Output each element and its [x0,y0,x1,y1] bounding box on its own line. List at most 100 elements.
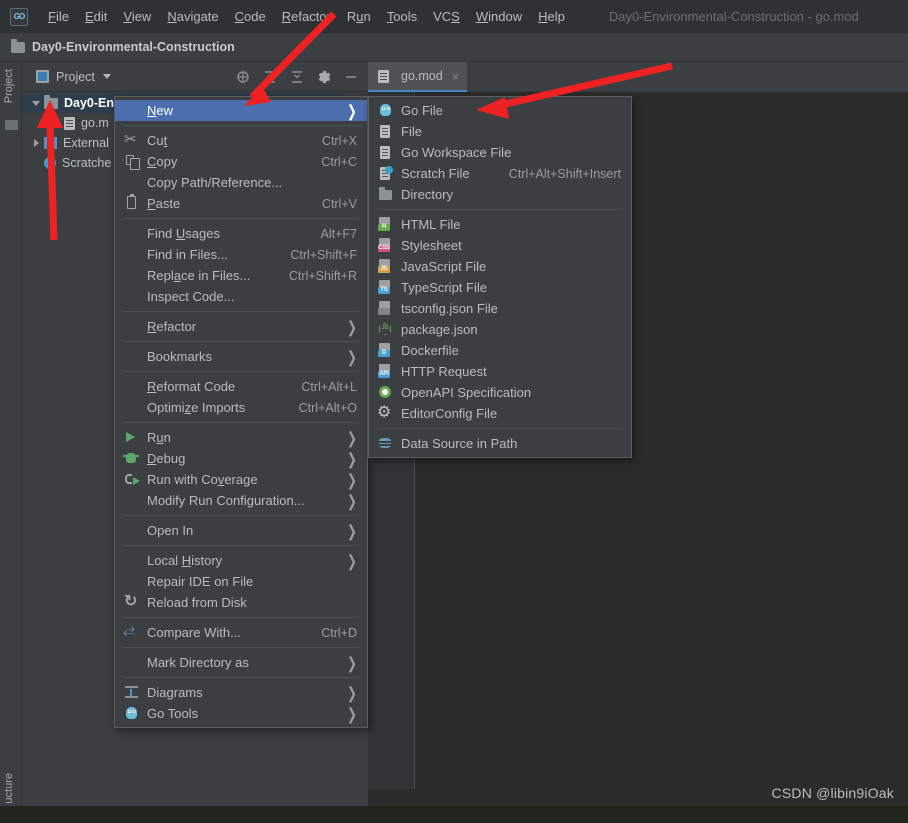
gopher-icon [123,706,140,721]
menu-item-run-with-coverage[interactable]: Run with Coverage ❯ [115,469,367,490]
menubar-item-run[interactable]: Run [339,6,379,27]
folder-strip-icon [5,120,18,130]
menu-item-local-history[interactable]: Local History ❯ [115,550,367,571]
scratch-file-icon [377,166,394,181]
menu-item-javascript-file[interactable]: JS JavaScript File [369,256,631,277]
menu-item-reformat-code[interactable]: Reformat Code Ctrl+Alt+L [115,376,367,397]
chevron-down-icon[interactable] [102,74,111,79]
menubar-item-refactor[interactable]: Refactor [274,6,339,27]
settings-gear-icon[interactable] [317,70,331,84]
menubar-item-tools[interactable]: Tools [379,6,425,27]
menu-item-data-source-in-path[interactable]: Data Source in Path [369,433,631,454]
menubar-item-help[interactable]: Help [530,6,573,27]
menu-item-go-workspace-file[interactable]: Go Workspace File [369,142,631,163]
menu-item-debug[interactable]: Debug ❯ [115,448,367,469]
menu-item-compare-with[interactable]: Compare With... Ctrl+D [115,622,367,643]
menu-item-typescript-file[interactable]: TS TypeScript File [369,277,631,298]
chevron-down-icon[interactable] [30,97,42,109]
menu-item-icon-placeholder [123,655,140,670]
menu-item-label: Local History [147,553,223,568]
menu-item-http-request[interactable]: API HTTP Request [369,361,631,382]
menu-item-find-in-files[interactable]: Find in Files... Ctrl+Shift+F [115,244,367,265]
menu-separator [123,545,359,546]
menu-item-html-file[interactable]: H HTML File [369,214,631,235]
menu-item-label: Debug [147,451,186,466]
tool-window-button-project[interactable]: Project [3,69,15,103]
menubar-item-window[interactable]: Window [468,6,530,27]
menu-item-copy-path-reference[interactable]: Copy Path/Reference... [115,172,367,193]
menu-item-run[interactable]: Run ❯ [115,427,367,448]
compare-icon [123,625,140,640]
menu-item-file[interactable]: File [369,121,631,142]
menu-separator [123,677,359,678]
menu-item-go-file[interactable]: Go File [369,100,631,121]
menu-item-modify-run-configuration[interactable]: Modify Run Configuration... ❯ [115,490,367,511]
menubar-item-view[interactable]: View [115,6,159,27]
menu-item-copy[interactable]: Copy Ctrl+C [115,151,367,172]
menu-item-label: HTTP Request [401,364,487,379]
menu-separator [123,647,359,648]
menu-item-new[interactable]: New ❯ [115,100,367,121]
menu-item-editorconfig-file[interactable]: EditorConfig File [369,403,631,424]
locate-icon[interactable] [236,70,250,84]
tree-node-label: go.m [81,116,109,130]
file-icon [377,124,394,139]
project-panel-title: Project [56,69,95,84]
menu-item-directory[interactable]: Directory [369,184,631,205]
menu-item-go-tools[interactable]: Go Tools ❯ [115,703,367,724]
menu-item-icon-placeholder [123,349,140,364]
menu-item-diagrams[interactable]: Diagrams ❯ [115,682,367,703]
menu-item-label: Compare With... [147,625,241,640]
hide-panel-icon[interactable] [344,70,358,84]
menu-item-replace-in-files[interactable]: Replace in Files... Ctrl+Shift+R [115,265,367,286]
menu-item-scratch-file[interactable]: Scratch File Ctrl+Alt+Shift+Insert [369,163,631,184]
menu-item-label: OpenAPI Specification [401,385,532,400]
http-request-icon: API [377,364,394,379]
new-submenu: Go File File Go Workspace File Scratch File… [368,96,632,458]
menu-separator [123,422,359,423]
chevron-right-icon: ❯ [346,521,357,540]
menu-item-icon-placeholder [123,553,140,568]
menubar-item-edit[interactable]: Edit [77,6,115,27]
menu-item-tsconfig-json-file[interactable]: tsconfig.json File [369,298,631,319]
menu-item-repair-ide-on-file[interactable]: Repair IDE on File [115,571,367,592]
menu-item-label: tsconfig.json File [401,301,498,316]
close-icon[interactable]: × [452,69,460,84]
menu-item-open-in[interactable]: Open In ❯ [115,520,367,541]
menu-item-paste[interactable]: Paste Ctrl+V [115,193,367,214]
menu-item-label: Open In [147,523,194,538]
file-icon [378,69,389,83]
folder-icon [377,187,394,202]
editor-tab-go-mod[interactable]: go.mod × [368,62,468,92]
chevron-right-icon: ❯ [346,428,357,447]
expand-all-icon[interactable] [263,70,277,84]
chevron-right-icon[interactable] [30,137,42,149]
collapse-all-icon[interactable] [290,70,304,84]
paste-icon [123,194,140,211]
menubar-item-file[interactable]: File [40,6,77,27]
menubar-item-navigate[interactable]: Navigate [159,6,226,27]
tool-window-button-structure[interactable]: ucture [3,773,15,804]
menu-item-optimize-imports[interactable]: Optimize Imports Ctrl+Alt+O [115,397,367,418]
menu-item-shortcut: Ctrl+C [321,154,357,169]
menu-item-bookmarks[interactable]: Bookmarks ❯ [115,346,367,367]
gear-icon [377,406,394,421]
menu-item-refactor[interactable]: Refactor ❯ [115,316,367,337]
menu-item-label: HTML File [401,217,461,232]
menu-item-openapi-specification[interactable]: OpenAPI Specification [369,382,631,403]
menubar-item-code[interactable]: Code [227,6,274,27]
menu-item-icon-placeholder [123,523,140,538]
menu-item-find-usages[interactable]: Find Usages Alt+F7 [115,223,367,244]
menu-item-package-json[interactable]: package.json [369,319,631,340]
menu-item-mark-directory-as[interactable]: Mark Directory as ❯ [115,652,367,673]
menu-item-inspect-code[interactable]: Inspect Code... [115,286,367,307]
editor-tab-label: go.mod [401,69,443,83]
menu-item-cut[interactable]: Cut Ctrl+X [115,130,367,151]
menubar-item-vcs[interactable]: VCS [425,6,468,27]
menu-item-reload-from-disk[interactable]: Reload from Disk [115,592,367,613]
menu-item-dockerfile[interactable]: D Dockerfile [369,340,631,361]
menu-item-stylesheet[interactable]: CSS Stylesheet [369,235,631,256]
menu-item-label: Find in Files... [147,247,228,262]
package-json-icon [377,322,394,337]
